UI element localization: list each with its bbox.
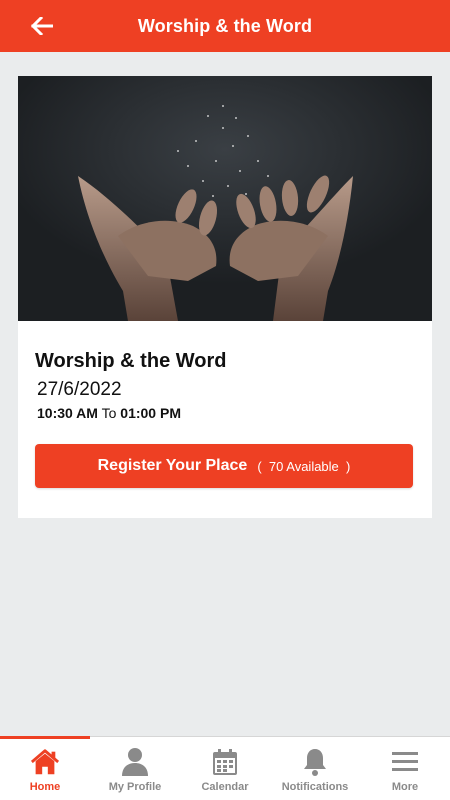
tab-more[interactable]: More	[360, 737, 450, 800]
calendar-icon	[210, 747, 240, 777]
end-time: 01:00 PM	[120, 405, 181, 421]
tab-my-profile[interactable]: My Profile	[90, 737, 180, 800]
event-date: 27/6/2022	[37, 379, 122, 400]
arrow-left-icon	[31, 17, 53, 35]
person-icon	[120, 747, 150, 777]
event-time: 10:30 AM To 01:00 PM	[37, 405, 181, 421]
event-card: Worship & the Word 27/6/2022 10:30 AM To…	[18, 76, 432, 518]
tab-calendar-label: Calendar	[201, 781, 249, 793]
register-label: Register Your Place	[97, 457, 248, 474]
page-title: Worship & the Word	[137, 15, 313, 36]
tab-home-label: Home	[29, 781, 61, 793]
tab-calendar[interactable]: Calendar	[180, 737, 270, 800]
bottom-tab-bar: Home My Profile Calendar Notifications M…	[0, 736, 450, 800]
tab-notifications-label: Notifications	[281, 781, 349, 793]
active-tab-indicator	[0, 736, 90, 739]
tab-home[interactable]: Home	[0, 737, 90, 800]
time-separator: To	[101, 405, 117, 421]
event-image	[18, 76, 432, 321]
event-title: Worship & the Word	[35, 350, 227, 372]
bell-icon	[300, 747, 330, 777]
availability-count: ( 70 Available )	[257, 458, 351, 474]
tab-more-label: More	[391, 781, 419, 793]
app-header: Worship & the Word	[0, 0, 450, 52]
menu-icon	[390, 747, 420, 777]
start-time: 10:30 AM	[37, 405, 98, 421]
register-button[interactable]: Register Your Place ( 70 Available )	[35, 444, 413, 488]
home-icon	[30, 747, 60, 777]
tab-notifications[interactable]: Notifications	[270, 737, 360, 800]
tab-my-profile-label: My Profile	[108, 781, 162, 793]
back-button[interactable]	[28, 12, 56, 40]
